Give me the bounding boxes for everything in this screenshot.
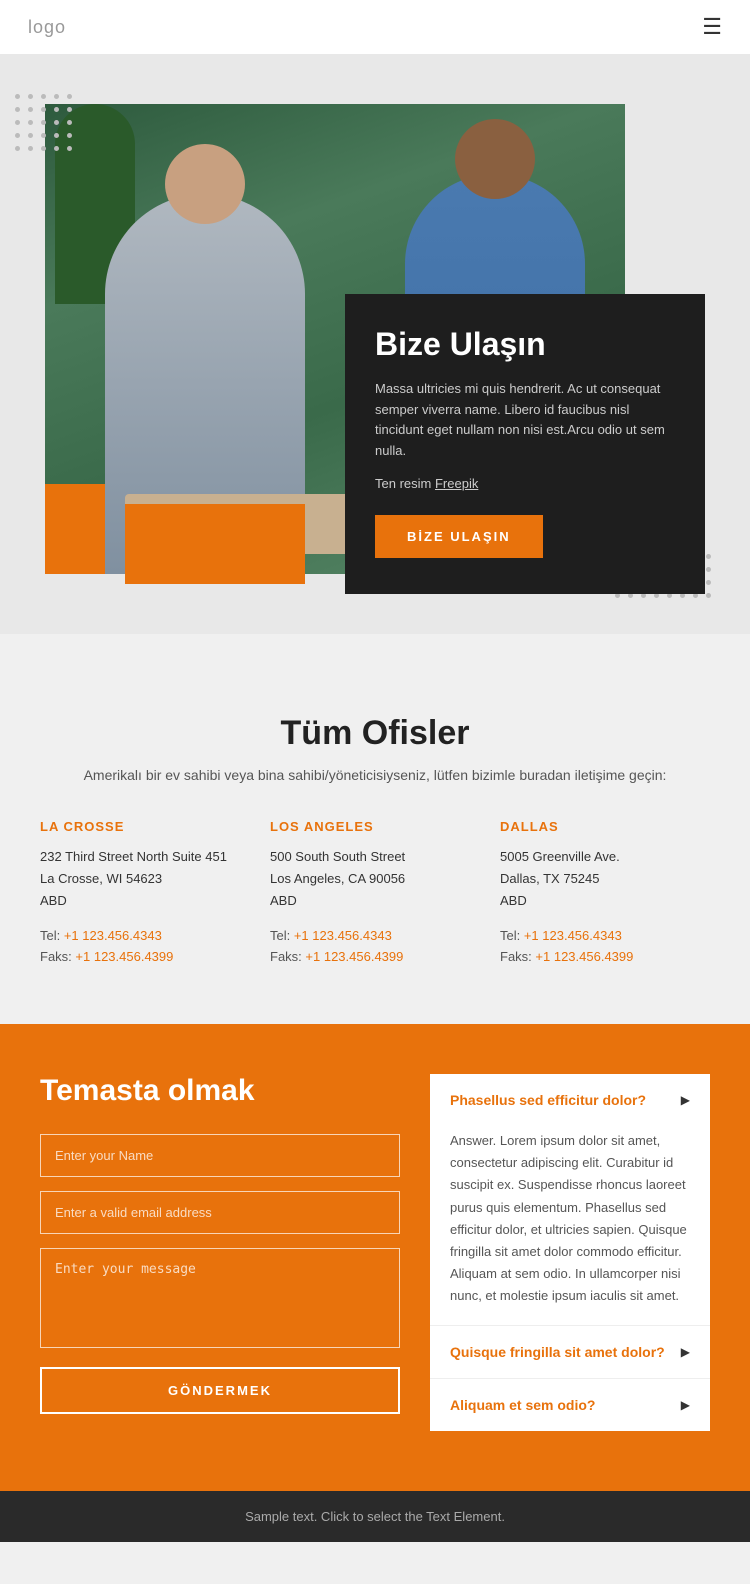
submit-button[interactable]: GÖNDERMEK xyxy=(40,1367,400,1414)
offices-title: Tüm Ofisler xyxy=(40,714,710,753)
faq-question-3[interactable]: Aliquam et sem odio? ▶ xyxy=(430,1379,710,1431)
office-tel-la: Tel: +1 123.456.4343 xyxy=(270,928,480,943)
hero-card: Bize Ulaşın Massa ultricies mi quis hend… xyxy=(345,294,705,594)
name-input[interactable] xyxy=(40,1134,400,1177)
logo: logo xyxy=(28,17,66,38)
office-card-dallas: DALLAS 5005 Greenville Ave. Dallas, TX 7… xyxy=(500,819,710,964)
faq-item-2: Quisque fringilla sit amet dolor? ▶ xyxy=(430,1326,710,1379)
office-card-lacrosse: LA CROSSE 232 Third Street North Suite 4… xyxy=(40,819,250,964)
footer: Sample text. Click to select the Text El… xyxy=(0,1491,750,1542)
dot-grid-top-left xyxy=(15,94,95,174)
faq-question-2[interactable]: Quisque fringilla sit amet dolor? ▶ xyxy=(430,1326,710,1378)
office-city-la: LOS ANGELES xyxy=(270,819,480,834)
freepik-link[interactable]: Freepik xyxy=(435,476,478,491)
office-card-la: LOS ANGELES 500 South South Street Los A… xyxy=(270,819,480,964)
image-credit: Ten resim Freepik xyxy=(375,476,675,491)
hero-description: Massa ultricies mi quis hendrerit. Ac ut… xyxy=(375,379,675,462)
office-city-lacrosse: LA CROSSE xyxy=(40,819,250,834)
faq-panel: Phasellus sed efficitur dolor? ▶ Answer.… xyxy=(430,1074,710,1431)
contact-button[interactable]: BİZE ULAŞIN xyxy=(375,515,543,558)
faq-arrow-3: ▶ xyxy=(681,1398,690,1412)
office-tel-dallas: Tel: +1 123.456.4343 xyxy=(500,928,710,943)
footer-text: Sample text. Click to select the Text El… xyxy=(245,1509,505,1524)
office-fax-lacrosse: Faks: +1 123.456.4399 xyxy=(40,949,250,964)
offices-grid: LA CROSSE 232 Third Street North Suite 4… xyxy=(40,819,710,964)
office-address-la: 500 South South Street Los Angeles, CA 9… xyxy=(270,846,480,912)
office-city-dallas: DALLAS xyxy=(500,819,710,834)
contact-form-container: Temasta olmak GÖNDERMEK xyxy=(40,1074,400,1414)
menu-icon[interactable]: ☰ xyxy=(702,14,722,40)
office-tel-lacrosse: Tel: +1 123.456.4343 xyxy=(40,928,250,943)
faq-item-1: Phasellus sed efficitur dolor? ▶ Answer.… xyxy=(430,1074,710,1326)
faq-arrow-2: ▶ xyxy=(681,1345,690,1359)
faq-answer-1: Answer. Lorem ipsum dolor sit amet, cons… xyxy=(430,1126,710,1325)
faq-item-3: Aliquam et sem odio? ▶ xyxy=(430,1379,710,1431)
person1-head xyxy=(165,144,245,224)
office-fax-dallas: Faks: +1 123.456.4399 xyxy=(500,949,710,964)
person2-head xyxy=(455,119,535,199)
faq-question-text-1: Phasellus sed efficitur dolor? xyxy=(450,1092,646,1108)
message-input[interactable] xyxy=(40,1248,400,1348)
hero-inner: Bize Ulaşın Massa ultricies mi quis hend… xyxy=(45,104,705,574)
faq-question-1[interactable]: Phasellus sed efficitur dolor? ▶ xyxy=(430,1074,710,1126)
offices-section: Tüm Ofisler Amerikalı bir ev sahibi veya… xyxy=(0,634,750,1024)
header: logo ☰ xyxy=(0,0,750,54)
orange-background-block xyxy=(125,504,305,584)
office-address-lacrosse: 232 Third Street North Suite 451 La Cros… xyxy=(40,846,250,912)
faq-question-text-3: Aliquam et sem odio? xyxy=(450,1397,595,1413)
contact-form: GÖNDERMEK xyxy=(40,1134,400,1414)
faq-arrow-1: ▶ xyxy=(681,1093,690,1107)
contact-section: Temasta olmak GÖNDERMEK Phasellus sed ef… xyxy=(0,1024,750,1491)
contact-title: Temasta olmak xyxy=(40,1074,400,1108)
email-input[interactable] xyxy=(40,1191,400,1234)
office-address-dallas: 5005 Greenville Ave. Dallas, TX 75245 AB… xyxy=(500,846,710,912)
hero-section: Bize Ulaşın Massa ultricies mi quis hend… xyxy=(0,54,750,634)
offices-subtitle: Amerikalı bir ev sahibi veya bina sahibi… xyxy=(40,767,710,783)
faq-question-text-2: Quisque fringilla sit amet dolor? xyxy=(450,1344,665,1360)
office-fax-la: Faks: +1 123.456.4399 xyxy=(270,949,480,964)
hero-title: Bize Ulaşın xyxy=(375,326,675,363)
